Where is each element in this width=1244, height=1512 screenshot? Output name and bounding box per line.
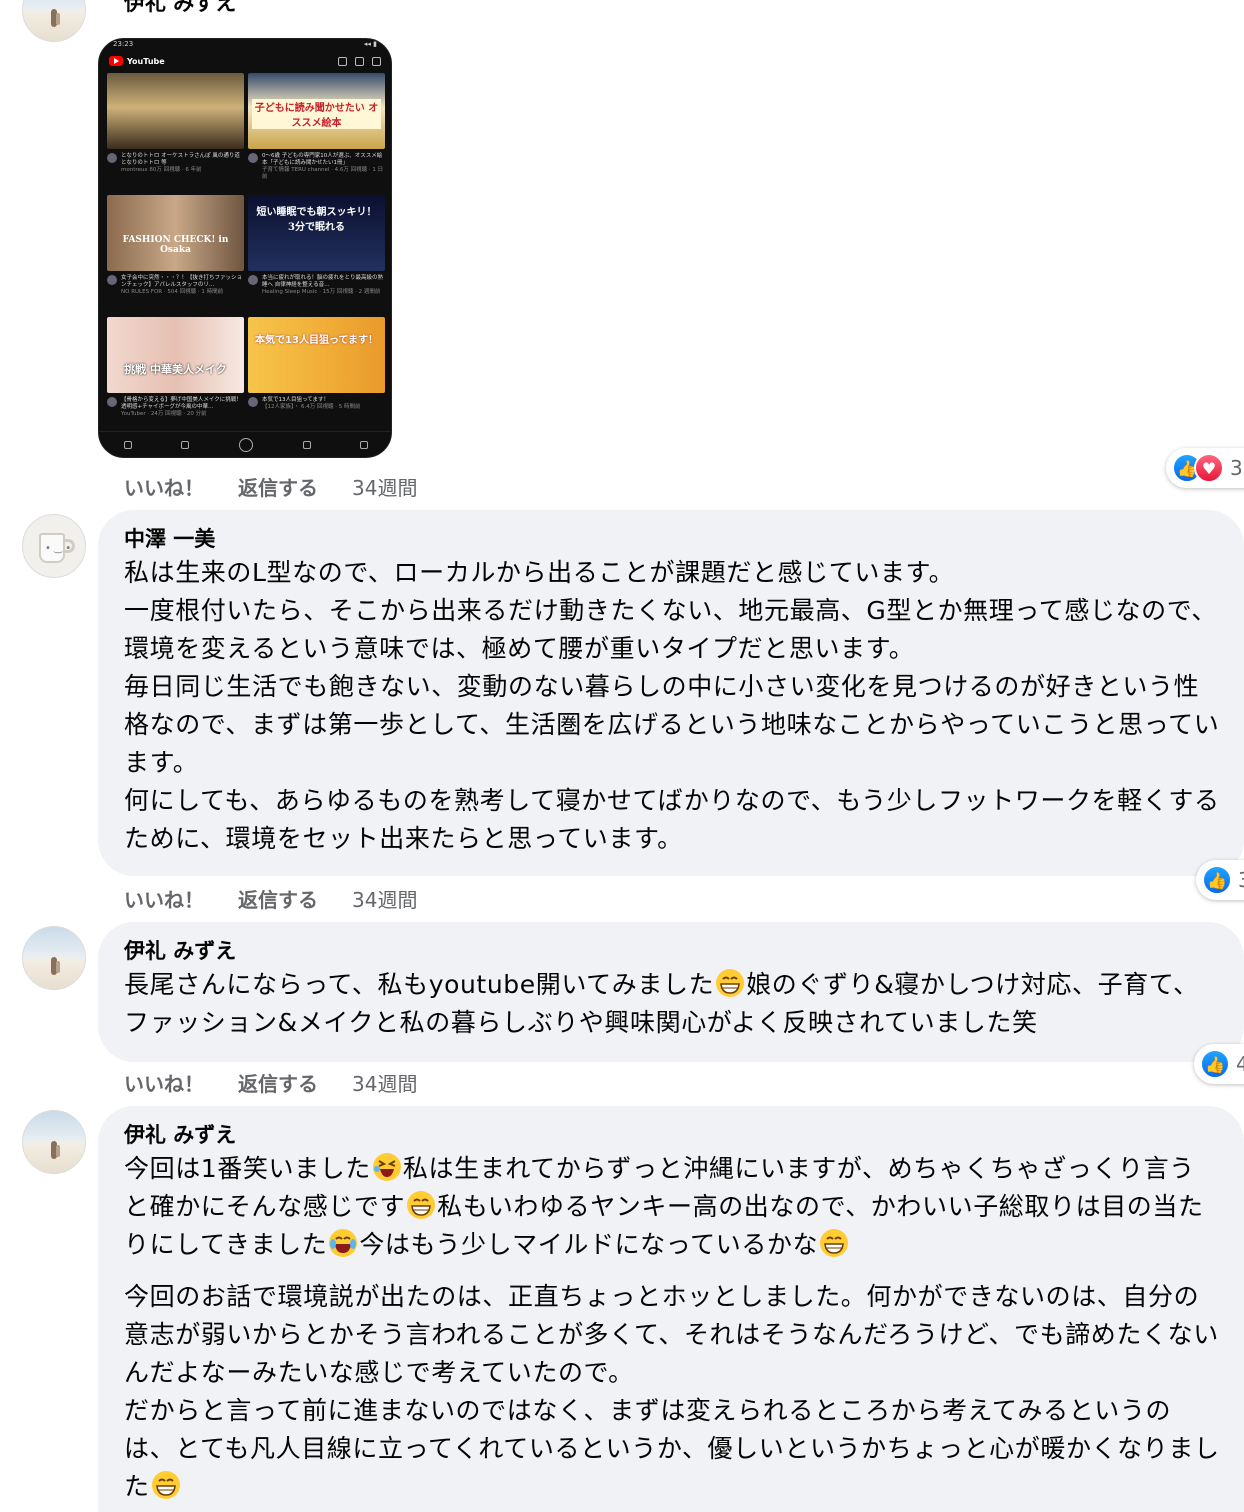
- comment-bubble: 伊礼 みずえ 長尾さんにならって、私もyoutube開いてみました 娘のぐずり&寝…: [98, 922, 1244, 1062]
- app-name: YouTube: [127, 56, 165, 66]
- cast-icon: [338, 56, 347, 66]
- reaction-count: 3: [1230, 456, 1243, 480]
- reply-link[interactable]: 返信する: [238, 884, 318, 913]
- comment-actions: いいね！ 返信する 34週間: [124, 472, 417, 501]
- comment-text: 私は生来のL型なので、ローカルから出ることが課題だと感じています。 一度根付いた…: [124, 558, 1220, 853]
- comment-actions: いいね！ 返信する 34週間: [124, 884, 417, 913]
- comment-text: 長尾さんにならって、私もyoutube開いてみました 娘のぐずり&寝かしつけ対応、…: [124, 966, 1220, 1042]
- comment-text-paragraph-2: 今回のお話で環境説が出たのは、正直ちょっとホッとしました。何かができないのは、自…: [124, 1282, 1220, 1501]
- reaction-summary[interactable]: 👍 ♥ 3: [1166, 448, 1244, 488]
- grinning-face-emoji-icon: [716, 969, 745, 997]
- reply-link[interactable]: 返信する: [238, 472, 318, 501]
- timestamp[interactable]: 34週間: [352, 884, 417, 913]
- comment-bubble: 中澤 一美 私は生来のL型なので、ローカルから出ることが課題だと感じています。 …: [98, 510, 1244, 876]
- avatar[interactable]: [22, 0, 86, 42]
- subscriptions-icon: [302, 440, 311, 449]
- video-card: 本気で13人目狙ってます！ 本気で13人目狙ってます！ 【12人家族】・ 6.4万…: [248, 317, 385, 411]
- rolling-laughing-emoji-icon: [372, 1153, 401, 1181]
- phone-status-bar: 23:23 ◂◂ ▮: [113, 40, 377, 48]
- grinning-face-emoji-icon: [407, 1191, 436, 1219]
- bell-icon: [355, 56, 364, 66]
- like-link[interactable]: いいね！: [124, 1068, 204, 1097]
- avatar[interactable]: • ‿ •: [22, 514, 86, 578]
- comment-author[interactable]: 中澤 一美: [124, 524, 1220, 554]
- like-reaction-icon: 👍: [1202, 865, 1232, 895]
- love-reaction-icon: ♥: [1194, 453, 1224, 483]
- comment-bubble: 伊礼 みずえ 今回は1番笑いました 私は生まれてからずっと沖縄にいますが、めちゃく…: [98, 1106, 1244, 1512]
- comment-text-paragraph-1: 今回は1番笑いました 私は生まれてからずっと沖縄にいますが、めちゃくちゃざっくり言…: [124, 1150, 1220, 1264]
- timestamp[interactable]: 34週間: [352, 1068, 417, 1097]
- video-card: 短い睡眠でも朝スッキリ！ 3分で眠れる 本当に疲れが取れる！脳の疲れをとり最高級…: [248, 195, 385, 296]
- avatar[interactable]: [22, 926, 86, 990]
- reaction-summary[interactable]: 👍 4: [1194, 1044, 1244, 1084]
- like-link[interactable]: いいね！: [124, 884, 204, 913]
- avatar[interactable]: [22, 1110, 86, 1174]
- create-icon: [238, 437, 253, 452]
- reaction-count: 3: [1238, 868, 1244, 892]
- library-icon: [360, 440, 369, 449]
- comment-author[interactable]: 伊礼 みずえ: [124, 1120, 1220, 1150]
- reply-link[interactable]: 返信する: [238, 1068, 318, 1097]
- youtube-header: YouTube: [99, 51, 391, 71]
- bottom-nav: [99, 431, 391, 457]
- reaction-count: 4: [1236, 1052, 1244, 1076]
- explore-icon: [181, 440, 190, 449]
- video-card: FASHION CHECK! in Osaka 女子会中に突然・・・？！【抜き打…: [107, 195, 244, 296]
- tears-of-joy-emoji-icon: [329, 1229, 358, 1257]
- comment-author[interactable]: 伊礼 みずえ: [124, 936, 1220, 966]
- like-reaction-icon: 👍: [1200, 1049, 1230, 1079]
- like-link[interactable]: いいね！: [124, 472, 204, 501]
- timestamp[interactable]: 34週間: [352, 472, 417, 501]
- search-icon: [372, 56, 381, 66]
- reaction-summary[interactable]: 👍 3: [1196, 860, 1244, 900]
- grinning-face-emoji-icon: [151, 1471, 180, 1499]
- video-card: 子どもに読み聞かせたい オススメ絵本 0〜6歳 子どもの専門家10人が選ぶ、オス…: [248, 73, 385, 181]
- youtube-logo-icon: [109, 56, 123, 66]
- home-icon: [123, 440, 132, 449]
- comment-actions: いいね！ 返信する 34週間: [124, 1068, 417, 1097]
- grinning-face-emoji-icon: [820, 1229, 849, 1257]
- video-card: 挑戦 中華美人メイク 【骨格から変える】夢げ中国美人メイクに挑戦！透明感+チャイ…: [107, 317, 244, 418]
- video-card: となりのトトロ オーケストラさんぽ 風の通り道となりのトトロ 等 montreux…: [107, 73, 244, 174]
- comment-author[interactable]: 伊礼 みずえ: [124, 0, 236, 18]
- attached-screenshot[interactable]: 23:23 ◂◂ ▮ YouTube となりのトトロ オーケストラさんぽ 風の通り…: [98, 38, 392, 458]
